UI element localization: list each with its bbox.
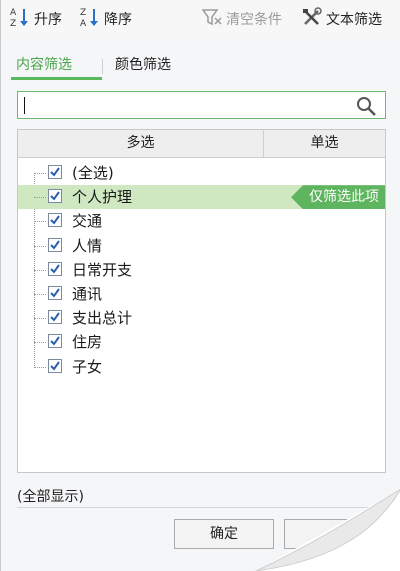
list-item[interactable]: (全选): [18, 161, 385, 185]
list-item-label: 交通: [72, 212, 103, 231]
search-input[interactable]: [22, 94, 347, 116]
item-checkbox[interactable]: [48, 286, 62, 300]
tab-divider: [102, 59, 103, 74]
tree-branch: [34, 269, 46, 271]
check-icon: [50, 336, 60, 346]
sort-ascending-icon: A Z: [9, 6, 34, 32]
clear-filter-icon: [201, 6, 226, 32]
text-filter-button[interactable]: 文本筛选: [301, 6, 382, 32]
value-list: 多选 单选 (全选) 个人护理 仅筛选此项交通人情日常开支通讯支出总计住房子女: [17, 129, 386, 473]
item-checkbox[interactable]: [48, 334, 62, 349]
filter-only-this-button[interactable]: 仅筛选此项: [291, 185, 385, 210]
list-item[interactable]: 个人护理 仅筛选此项: [18, 185, 385, 210]
text-filter-label: 文本筛选: [326, 12, 382, 28]
show-all-label: (全部显示): [17, 489, 84, 505]
search-box: [17, 91, 386, 119]
active-tab-indicator: [11, 77, 102, 80]
check-icon: [50, 240, 60, 250]
list-item-label: 日常开支: [72, 260, 133, 279]
tab-color-filter[interactable]: 颜色筛选: [115, 54, 171, 78]
tree-branch: [34, 318, 46, 320]
list-item[interactable]: 人情: [18, 234, 385, 258]
list-item[interactable]: 交通: [18, 209, 385, 233]
list-item[interactable]: 子女: [18, 355, 385, 379]
list-item-label: 子女: [72, 357, 103, 376]
tree-branch: [34, 366, 46, 368]
tree-branch: [34, 294, 46, 295]
svg-text:Z: Z: [10, 19, 16, 28]
list-item-label: 人情: [72, 236, 103, 255]
list-header: 多选 单选: [18, 130, 385, 158]
text-caret: [24, 97, 25, 114]
sort-ascending-label: 升序: [34, 12, 62, 28]
list-item-label: 通讯: [72, 285, 103, 303]
filter-toolbar: A Z 升序 Z A 降序 清空条件 文本筛选: [1, 0, 400, 38]
tree-branch: [34, 221, 46, 223]
list-item[interactable]: 支出总计: [18, 306, 385, 330]
tree-branch: [34, 173, 46, 174]
sort-ascending-button[interactable]: A Z 升序: [9, 6, 62, 32]
sort-descending-button[interactable]: Z A 降序: [79, 6, 132, 32]
list-item-label: (全选): [72, 164, 114, 182]
item-checkbox[interactable]: [48, 237, 62, 252]
check-icon: [50, 191, 60, 201]
list-item-label: 住房: [72, 333, 103, 352]
item-checkbox[interactable]: [48, 310, 62, 325]
clear-filter-button[interactable]: 清空条件: [201, 6, 282, 32]
svg-text:A: A: [80, 19, 87, 28]
item-checkbox[interactable]: [48, 165, 62, 179]
filter-panel: A Z 升序 Z A 降序 清空条件 文本筛选 内容筛选 颜色筛选 多选 单选 …: [0, 0, 400, 571]
list-item-label: 个人护理: [72, 188, 133, 207]
check-icon: [50, 215, 60, 225]
svg-text:A: A: [10, 8, 17, 18]
list-item-label: 支出总计: [72, 309, 133, 328]
clear-filter-label: 清空条件: [226, 12, 282, 28]
ok-button[interactable]: 确定: [174, 519, 274, 549]
tree-branch: [34, 245, 46, 247]
search-icon[interactable]: [355, 95, 377, 121]
cancel-button[interactable]: [284, 519, 384, 549]
check-icon: [50, 167, 60, 177]
list-item[interactable]: 住房: [18, 330, 385, 354]
list-item[interactable]: 通讯: [18, 282, 385, 306]
check-icon: [50, 264, 60, 274]
sort-descending-icon: Z A: [79, 6, 104, 32]
tools-icon: [301, 6, 326, 32]
check-icon: [50, 312, 60, 322]
item-checkbox[interactable]: [48, 358, 62, 373]
check-icon: [50, 288, 60, 298]
check-icon: [50, 361, 60, 371]
single-select-header[interactable]: 单选: [264, 130, 385, 157]
sort-descending-label: 降序: [104, 12, 132, 28]
item-checkbox[interactable]: [48, 213, 62, 228]
item-checkbox[interactable]: [48, 261, 62, 276]
tree-branch: [34, 197, 46, 199]
tree-branch: [34, 342, 46, 344]
item-checkbox[interactable]: [48, 189, 62, 204]
multi-select-header[interactable]: 多选: [18, 130, 264, 157]
tab-content-filter[interactable]: 内容筛选: [16, 54, 72, 78]
list-item[interactable]: 日常开支: [18, 258, 385, 282]
svg-text:Z: Z: [80, 8, 86, 18]
footer-divider: [17, 507, 386, 508]
